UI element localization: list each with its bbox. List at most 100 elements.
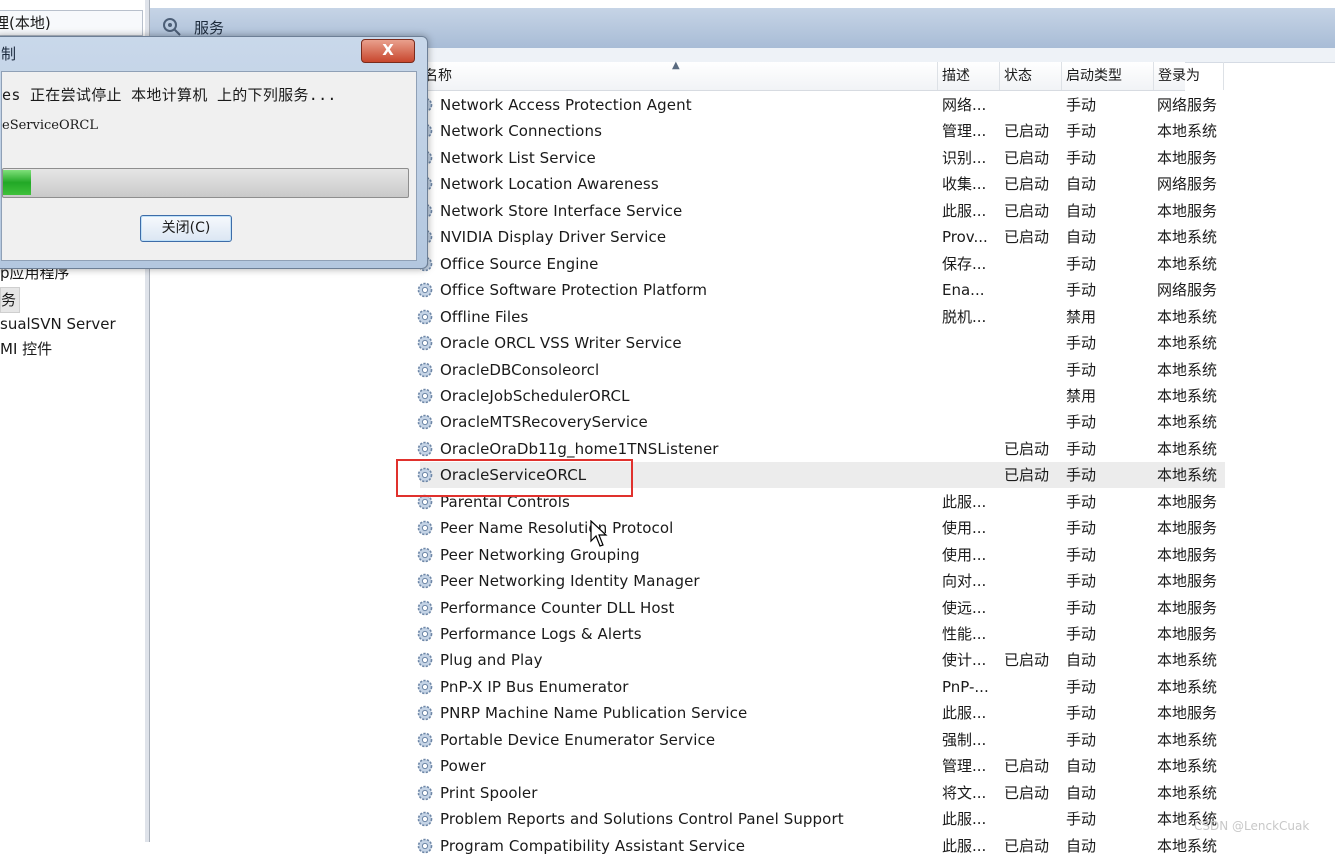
service-startup-type: 手动 [1066, 677, 1097, 696]
service-logon-as: 本地服务 [1157, 519, 1218, 538]
tree-item-services[interactable]: 务 [0, 287, 21, 313]
close-button[interactable]: 关闭(C) [140, 215, 232, 242]
gear-search-icon [163, 18, 181, 36]
service-gear-icon [417, 520, 433, 536]
service-name: Peer Networking Grouping [440, 545, 640, 564]
service-row[interactable]: OracleOraDb11g_home1TNSListener 已启动 手动 本地系统 [417, 436, 1225, 462]
column-status[interactable]: 状态 [1000, 62, 1062, 90]
service-row[interactable]: OracleJobSchedulerORCL 禁用 本地系统 [417, 383, 1225, 409]
service-logon-as: 本地系统 [1157, 334, 1218, 353]
service-gear-icon [417, 309, 433, 324]
service-logon-as: 本地服务 [1157, 148, 1218, 167]
service-name: OracleDBConsoleorcl [440, 360, 600, 379]
service-startup-type: 手动 [1066, 730, 1097, 749]
column-desc[interactable]: 描述 [938, 62, 1000, 90]
tree-item-visualsvn[interactable]: sualSVN Server [0, 312, 116, 336]
column-logon[interactable]: 登录为 [1154, 62, 1224, 90]
service-name: OracleJobSchedulerORCL [440, 386, 630, 405]
service-row[interactable]: Performance Logs & Alerts 性能... 手动 本地服务 [417, 621, 1225, 647]
service-row[interactable]: Offline Files 脱机... 禁用 本地系统 [417, 304, 1225, 330]
service-startup-type: 禁用 [1066, 307, 1097, 326]
service-row[interactable]: PnP-X IP Bus Enumerator PnP-... 手动 本地系统 [417, 674, 1225, 700]
service-name: Network Access Protection Agent [440, 96, 692, 114]
progress-fill [3, 170, 32, 195]
service-gear-icon [417, 282, 433, 298]
service-logon-as: 本地服务 [1157, 201, 1218, 220]
service-desc: 管理... [942, 757, 987, 776]
service-row[interactable]: Network Store Interface Service 此服... 已启动自… [417, 198, 1225, 224]
service-desc: PnP-... [942, 677, 989, 696]
service-startup-type: 手动 [1066, 122, 1097, 141]
service-name: PnP-X IP Bus Enumerator [440, 677, 629, 696]
service-row[interactable]: OracleMTSRecoveryService 手动 本地系统 [417, 409, 1225, 435]
service-status: 已启动 [1004, 836, 1050, 855]
service-desc: 保存... [942, 254, 987, 273]
service-row[interactable]: Office Source Engine 保存... 手动 本地系统 [417, 251, 1225, 277]
dialog-close-x-button[interactable]: X [361, 39, 415, 63]
service-row[interactable]: Network List Service 识别... 已启动 手动 本地服务 [417, 145, 1225, 171]
service-row[interactable]: Network Location Awareness 收集... 已启动 自动 网络服务 [417, 171, 1225, 197]
service-row[interactable]: Program Compatibility Assistant Service 此… [417, 833, 1225, 859]
service-startup-type: 手动 [1066, 148, 1097, 167]
service-logon-as: 本地服务 [1157, 625, 1218, 643]
service-row[interactable]: NVIDIA Display Driver Service Prov... 已启动自… [417, 224, 1225, 250]
service-name: Network Connections [440, 122, 602, 141]
service-name: Power [440, 757, 486, 776]
service-startup-type: 手动 [1066, 439, 1097, 458]
service-gear-icon [417, 600, 433, 615]
service-name: Offline Files [440, 307, 529, 326]
service-status: 已启动 [1004, 783, 1050, 802]
service-startup-type: 自动 [1066, 175, 1097, 194]
column-logon-label: 登录为 [1158, 68, 1200, 84]
tree-item-wmi[interactable]: MI 控件 [0, 337, 52, 361]
service-gear-icon [417, 653, 433, 668]
service-row[interactable]: Network Connections 管理... 已启动 手动 本地系统 [417, 118, 1225, 144]
service-desc: 此服... [942, 492, 987, 511]
service-row[interactable]: OracleDBConsoleorcl 手动 本地系统 [417, 357, 1225, 383]
service-startup-type: 自动 [1066, 757, 1097, 776]
service-logon-as: 本地系统 [1157, 413, 1218, 432]
service-logon-as: 本地服务 [1157, 545, 1218, 564]
service-name: Performance Counter DLL Host [440, 598, 675, 617]
dialog-service-name: eServiceORCL [2, 118, 99, 133]
service-row[interactable]: Network Access Protection Agent 网络... 手动 网络… [417, 92, 1225, 118]
service-gear-icon [417, 362, 433, 377]
service-name: Network Location Awareness [440, 175, 659, 194]
service-row[interactable]: Oracle ORCL VSS Writer Service 手动 本地系统 [417, 330, 1225, 356]
service-logon-as: 本地系统 [1157, 677, 1218, 696]
service-logon-as: 本地系统 [1157, 757, 1218, 776]
service-row[interactable]: Plug and Play 使计... 已启动 自动 本地系统 [417, 647, 1225, 673]
service-row[interactable]: Peer Name Resolution Protocol 使用... 手动 本地服务 [417, 515, 1225, 541]
service-desc: 向对... [942, 572, 987, 591]
service-logon-as: 网络服务 [1157, 96, 1218, 114]
service-name: Portable Device Enumerator Service [440, 730, 716, 749]
service-row[interactable]: PNRP Machine Name Publication Service 此服.… [417, 700, 1225, 726]
service-gear-icon [417, 679, 433, 695]
service-name: Peer Networking Identity Manager [440, 572, 700, 591]
service-desc: 使用... [942, 545, 987, 564]
service-row[interactable]: Peer Networking Grouping 使用... 手动 本地服务 [417, 542, 1225, 568]
service-status: 已启动 [1004, 122, 1050, 141]
service-desc: 强制... [942, 730, 987, 749]
service-row[interactable]: Office Software Protection Platform Ena..… [417, 277, 1225, 303]
service-startup-type: 手动 [1066, 334, 1097, 353]
service-row[interactable]: Print Spooler 将文... 已启动 自动 本地系统 [417, 780, 1225, 806]
service-logon-as: 本地服务 [1157, 704, 1218, 723]
service-row[interactable]: Peer Networking Identity Manager 向对... 手动 本… [417, 568, 1225, 594]
service-name: OracleMTSRecoveryService [440, 413, 648, 432]
service-row[interactable]: Portable Device Enumerator Service 强制... 手… [417, 727, 1225, 753]
service-status: 已启动 [1004, 651, 1050, 670]
service-desc: 性能... [942, 625, 987, 643]
column-startup-label: 启动类型 [1066, 68, 1122, 84]
tree-root-item[interactable]: 理(本地) [0, 10, 143, 36]
service-startup-type: 自动 [1066, 228, 1097, 247]
service-desc: Prov... [942, 228, 988, 247]
service-startup-type: 自动 [1066, 201, 1097, 220]
column-startup[interactable]: 启动类型 [1062, 62, 1154, 90]
column-status-label: 状态 [1004, 68, 1032, 84]
service-row[interactable]: Problem Reports and Solutions Control Pa… [417, 806, 1225, 832]
service-row[interactable]: Performance Counter DLL Host 使远... 手动 本地服务 [417, 595, 1225, 621]
dialog-title: 制 [1, 45, 17, 63]
service-desc: Ena... [942, 281, 985, 300]
service-row[interactable]: Power 管理... 已启动 自动 本地系统 [417, 753, 1225, 779]
